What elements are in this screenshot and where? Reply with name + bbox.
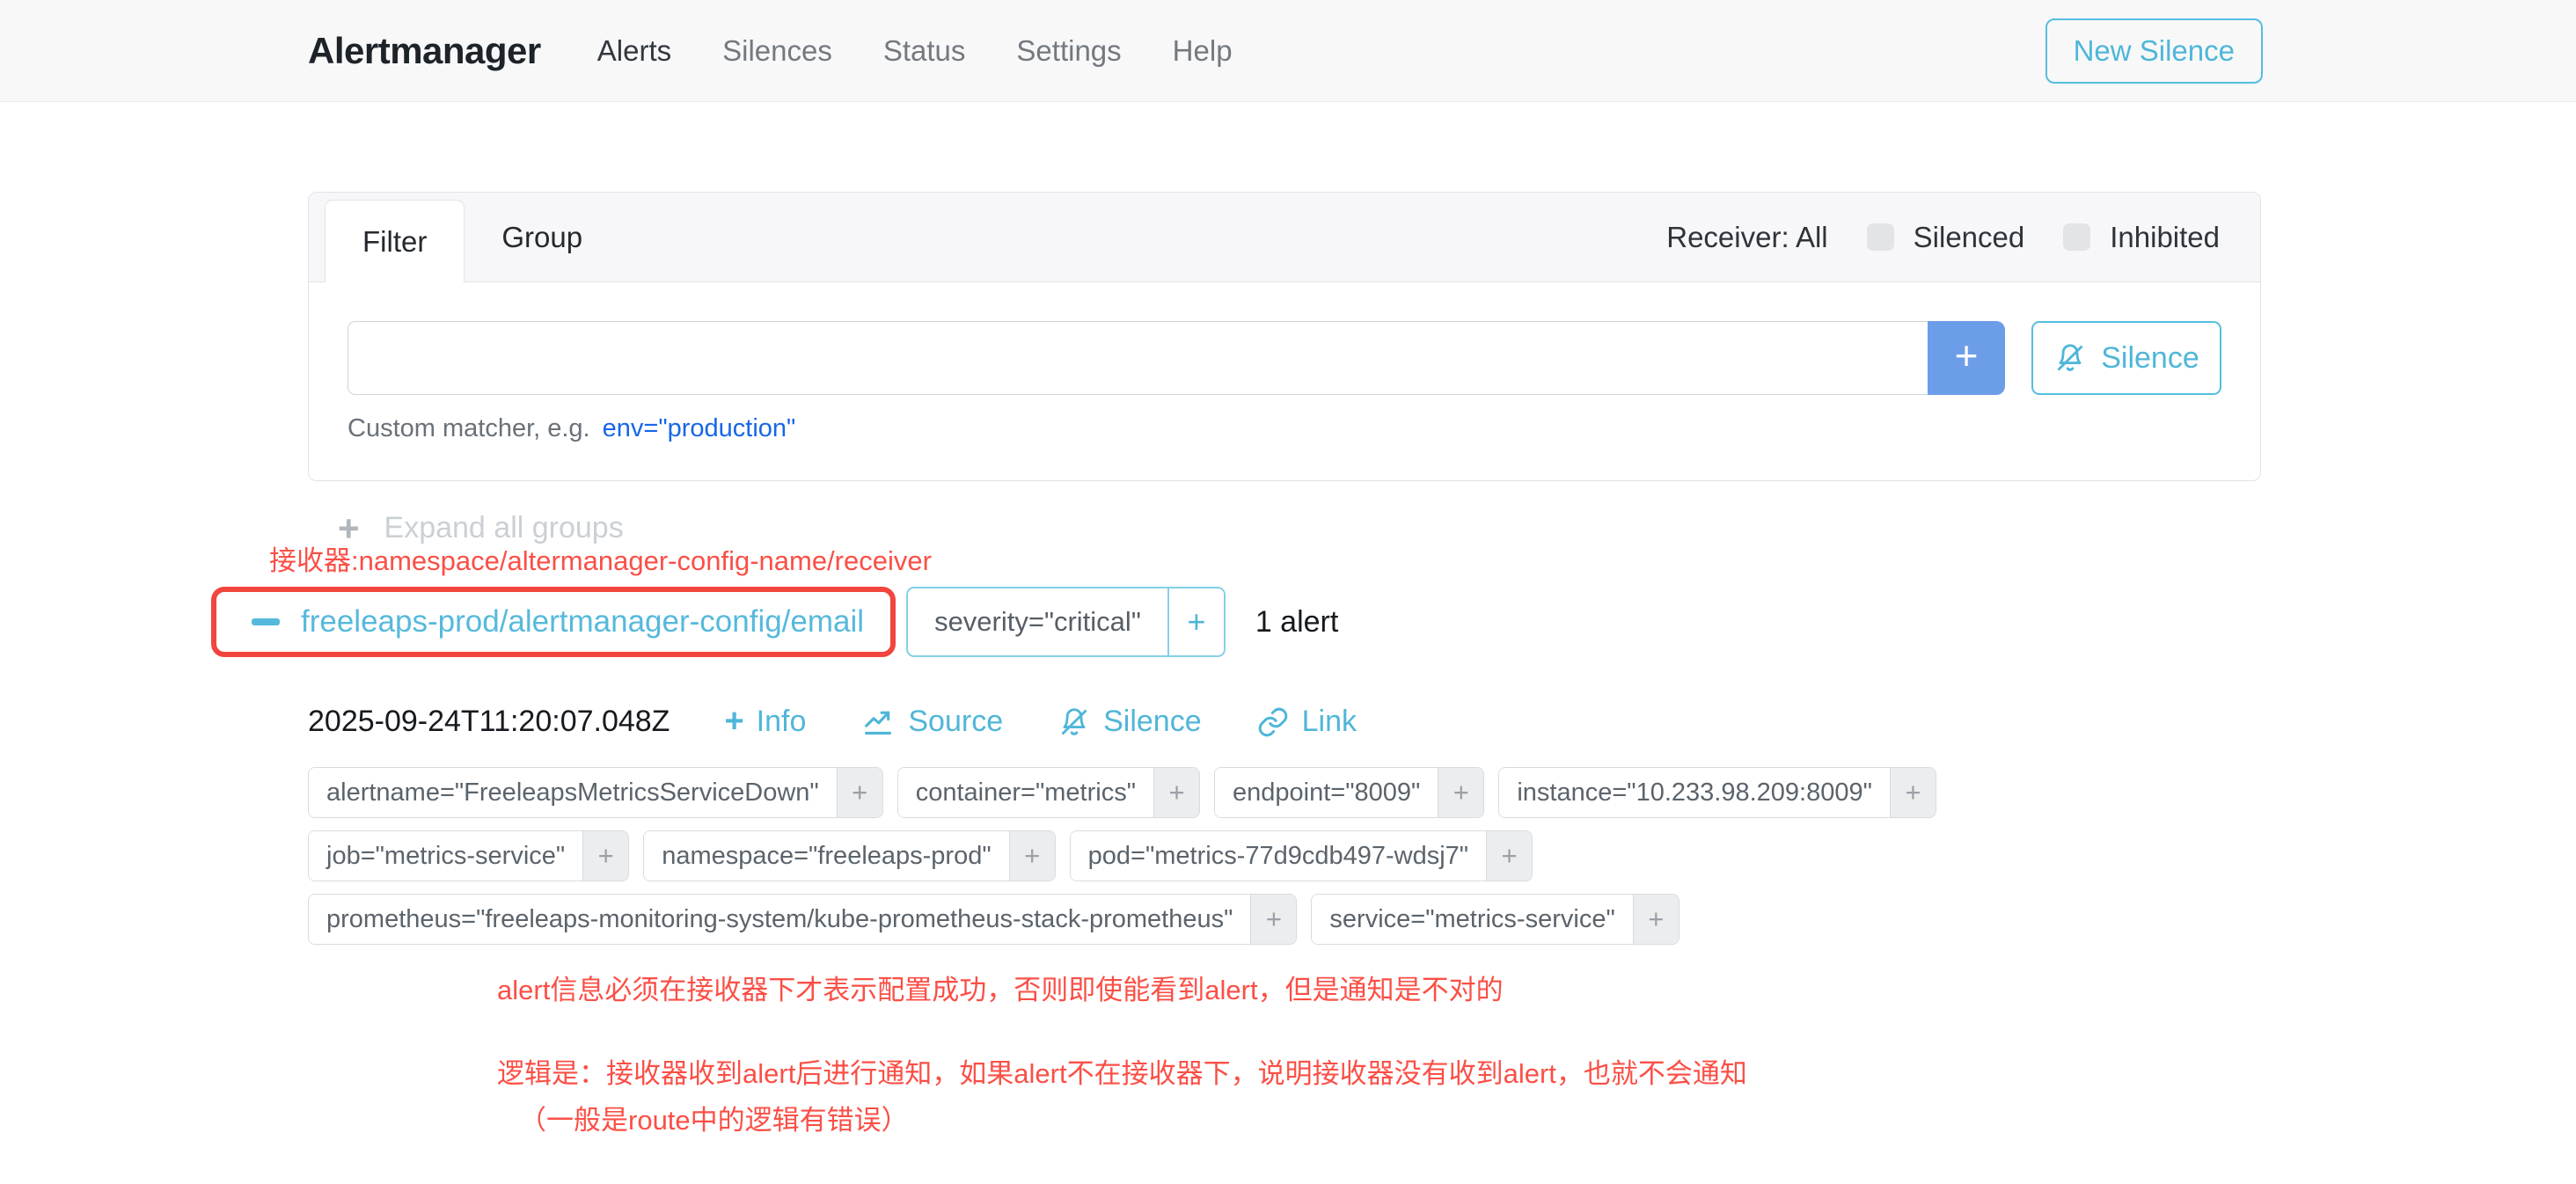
annotation-note-3: （一般是route中的逻辑有错误） (519, 1098, 2576, 1137)
add-label-filter-button[interactable]: + (582, 831, 628, 881)
alert-item: 2025-09-24T11:20:07.048Z + Info Source (308, 703, 2576, 1137)
label-text: container="metrics" (898, 768, 1153, 817)
matcher-row: + Silence (348, 321, 2221, 395)
alert-label-chip: endpoint="8009" + (1214, 767, 1484, 818)
silenced-checkbox[interactable] (1867, 223, 1894, 251)
alert-timestamp: 2025-09-24T11:20:07.048Z (308, 705, 670, 739)
link-label: Link (1302, 705, 1357, 739)
tab-filter[interactable]: Filter (325, 200, 465, 282)
alert-label-chip: alertname="FreeleapsMetricsServiceDown" … (308, 767, 883, 818)
alert-count: 1 alert (1255, 605, 1339, 640)
add-group-matcher-button[interactable]: + (1167, 588, 1224, 655)
inhibited-label: Inhibited (2110, 221, 2220, 254)
alert-info-link[interactable]: + Info (724, 703, 806, 741)
alert-label-chip: instance="10.233.98.209:8009" + (1498, 767, 1936, 818)
add-label-filter-button[interactable]: + (1633, 895, 1679, 944)
collapse-minus-icon (252, 618, 280, 625)
filter-panel: Filter Group Receiver: All Silenced Inhi… (308, 192, 2261, 481)
silence-filter-label: Silence (2101, 341, 2199, 376)
add-matcher-button[interactable]: + (1928, 321, 2005, 395)
label-text: job="metrics-service" (309, 831, 582, 881)
add-label-filter-button[interactable]: + (1009, 831, 1055, 881)
inhibited-toggle[interactable]: Inhibited (2063, 221, 2220, 254)
nav-links: Alerts Silences Status Settings Help (597, 34, 1233, 68)
add-label-filter-button[interactable]: + (1153, 768, 1199, 817)
label-text: service="metrics-service" (1312, 895, 1632, 944)
alert-label-chip: service="metrics-service" + (1311, 894, 1679, 945)
nav-item-help[interactable]: Help (1173, 34, 1233, 68)
add-label-filter-button[interactable]: + (837, 768, 882, 817)
alert-link-link[interactable]: Link (1256, 705, 1357, 739)
plus-icon: + (338, 515, 360, 542)
label-text: namespace="freeleaps-prod" (644, 831, 1008, 881)
annotation-highlight-box: freeleaps-prod/alertmanager-config/email (211, 587, 896, 657)
add-label-filter-button[interactable]: + (1486, 831, 1532, 881)
tab-group[interactable]: Group (465, 193, 619, 281)
bell-slash-icon (1057, 705, 1091, 739)
receiver-filter[interactable]: Receiver: All (1666, 221, 1827, 254)
nav-item-alerts[interactable]: Alerts (597, 34, 671, 68)
app-brand[interactable]: Alertmanager (308, 30, 541, 72)
chart-line-icon (860, 705, 896, 740)
alert-label-chip: namespace="freeleaps-prod" + (643, 830, 1055, 881)
receiver-group-link[interactable]: freeleaps-prod/alertmanager-config/email (301, 604, 864, 640)
alert-silence-link[interactable]: Silence (1057, 705, 1202, 739)
add-label-filter-button[interactable]: + (1438, 768, 1483, 817)
add-label-filter-button[interactable]: + (1890, 768, 1936, 817)
alert-label-chip: pod="metrics-77d9cdb497-wdsj7" + (1070, 830, 1533, 881)
filter-panel-header: Filter Group Receiver: All Silenced Inhi… (309, 193, 2260, 282)
label-text: endpoint="8009" (1215, 768, 1438, 817)
alert-group-row: freeleaps-prod/alertmanager-config/email… (211, 587, 2576, 657)
alert-label-chip: container="metrics" + (897, 767, 1200, 818)
label-text: pod="metrics-77d9cdb497-wdsj7" (1071, 831, 1486, 881)
silenced-label: Silenced (1914, 221, 2025, 254)
silence-filter-button[interactable]: Silence (2031, 321, 2221, 395)
label-text: alertname="FreeleapsMetricsServiceDown" (309, 768, 837, 817)
bell-slash-icon (2053, 341, 2087, 375)
silence-label: Silence (1103, 705, 1202, 739)
annotation-note-1: alert信息必须在接收器下才表示配置成功，否则即使能看到alert，但是通知是… (497, 968, 2576, 1007)
alert-meta-row: 2025-09-24T11:20:07.048Z + Info Source (308, 703, 2576, 741)
annotation-receiver-note: 接收器:namespace/altermanager-config-name/r… (269, 538, 2576, 578)
top-navbar: Alertmanager Alerts Silences Status Sett… (0, 0, 2576, 102)
alert-labels: alertname="FreeleapsMetricsServiceDown" … (308, 767, 1980, 945)
hint-text: Custom matcher, e.g. (348, 414, 590, 443)
hint-example-link[interactable]: env="production" (603, 414, 796, 443)
filter-panel-body: + Silence Custom matcher, e.g. env="prod… (309, 282, 2260, 480)
alert-source-link[interactable]: Source (860, 705, 1003, 740)
nav-item-settings[interactable]: Settings (1016, 34, 1121, 68)
label-text: instance="10.233.98.209:8009" (1499, 768, 1890, 817)
annotation-note-2: 逻辑是：接收器收到alert后进行通知，如果alert不在接收器下，说明接收器没… (497, 1051, 2576, 1091)
label-text: prometheus="freeleaps-monitoring-system/… (309, 895, 1250, 944)
chain-link-icon (1256, 705, 1290, 739)
group-matcher-chip: severity="critical" + (906, 587, 1226, 657)
group-matcher-text: severity="critical" (908, 588, 1167, 655)
alert-label-chip: job="metrics-service" + (308, 830, 629, 881)
nav-item-silences[interactable]: Silences (722, 34, 832, 68)
source-label: Source (908, 705, 1003, 739)
new-silence-button[interactable]: New Silence (2045, 18, 2263, 84)
alert-label-chip: prometheus="freeleaps-monitoring-system/… (308, 894, 1297, 945)
nav-item-status[interactable]: Status (883, 34, 966, 68)
info-label: Info (757, 705, 807, 739)
silenced-toggle[interactable]: Silenced (1867, 221, 2025, 254)
inhibited-checkbox[interactable] (2063, 223, 2090, 251)
add-label-filter-button[interactable]: + (1250, 895, 1296, 944)
plus-icon: + (724, 703, 743, 741)
matcher-input[interactable] (348, 321, 1928, 395)
filter-options: Receiver: All Silenced Inhibited (1666, 221, 2220, 254)
matcher-hint: Custom matcher, e.g. env="production" (348, 414, 2221, 443)
